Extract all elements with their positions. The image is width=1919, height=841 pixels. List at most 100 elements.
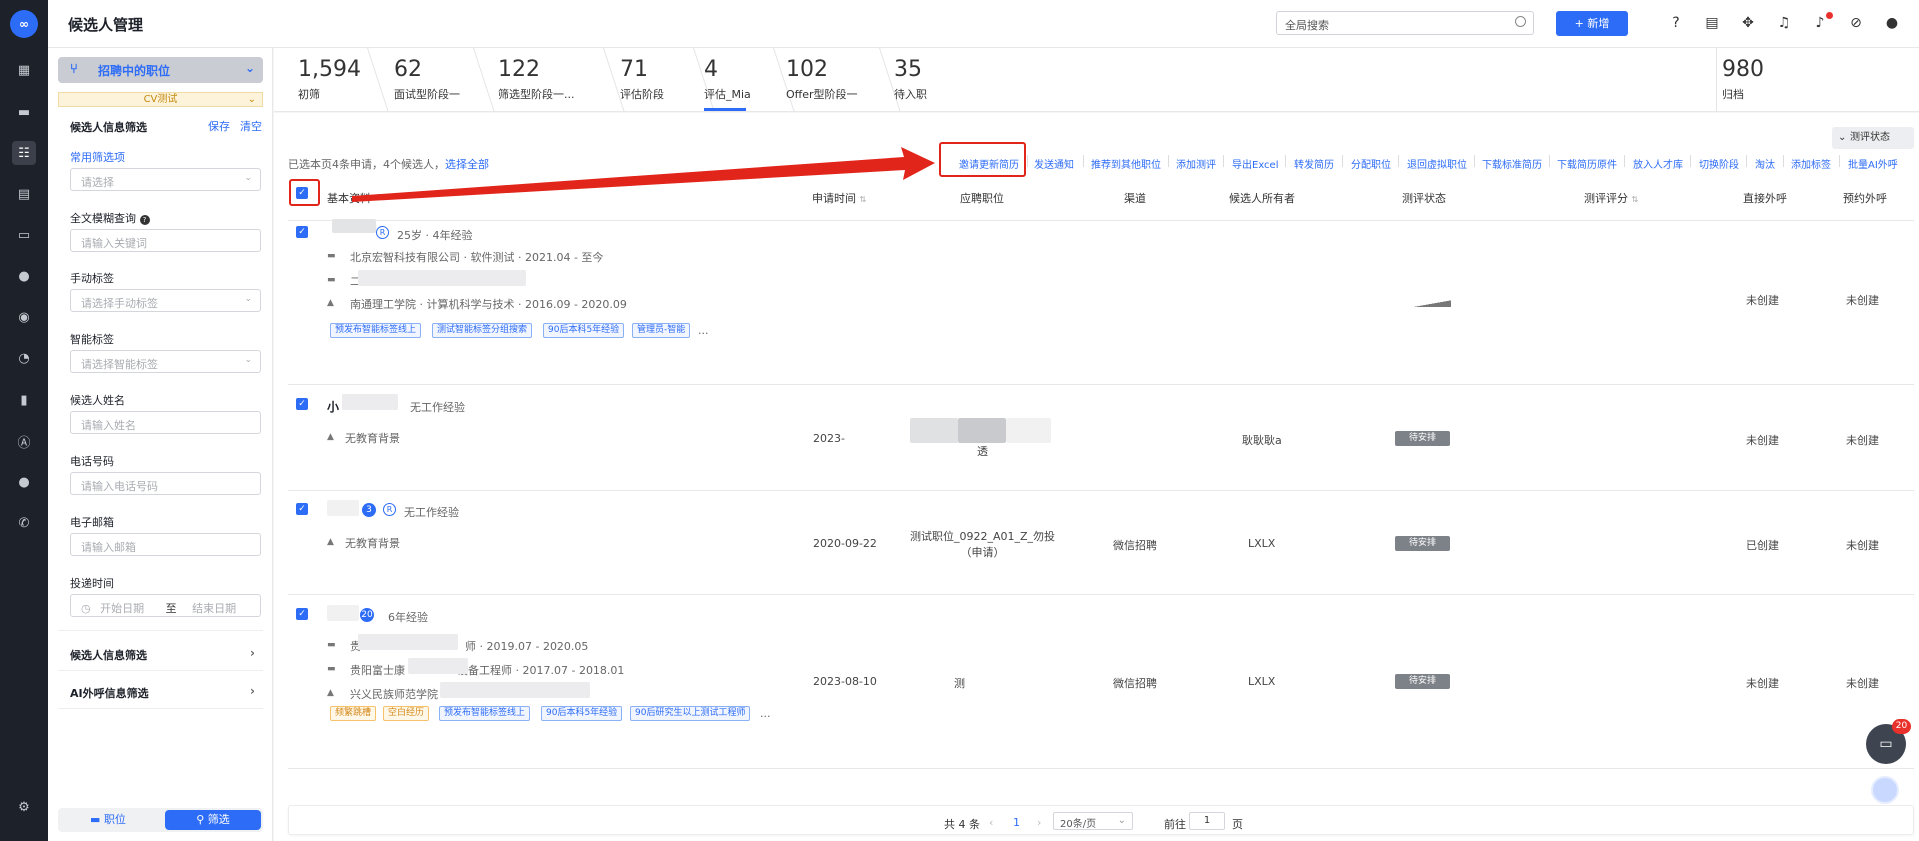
email-input[interactable]: 请输入邮箱: [70, 533, 261, 556]
action-assign-job[interactable]: 分配职位: [1351, 156, 1391, 171]
phone-input[interactable]: 请输入电话号码: [70, 472, 261, 495]
dashboard-icon[interactable]: ▦: [12, 58, 36, 82]
prev-page-button[interactable]: ‹: [989, 816, 993, 829]
goto-page-input[interactable]: 1: [1189, 812, 1225, 830]
help-icon[interactable]: ?: [1667, 14, 1685, 32]
calendar-icon[interactable]: ▤: [12, 182, 36, 206]
action-batch-ai-call[interactable]: 批量AI外呼: [1848, 156, 1898, 171]
collapse-label: AI外呼信息筛选: [70, 687, 149, 700]
headset-icon[interactable]: ♫: [1775, 14, 1793, 32]
col-apply-time-label: 申请时间: [812, 192, 856, 205]
settings-icon[interactable]: ⚙: [12, 795, 36, 819]
next-page-button[interactable]: ›: [1037, 816, 1041, 829]
position[interactable]: 透: [977, 443, 988, 459]
tab-filter[interactable]: ⚲ 筛选: [165, 810, 261, 830]
date-range-picker[interactable]: ◷ 开始日期 至 结束日期: [70, 594, 261, 617]
more-tags[interactable]: ...: [760, 707, 771, 720]
pie-chart-icon[interactable]: ◔: [12, 346, 36, 370]
compass-icon[interactable]: ⊘: [1847, 14, 1865, 32]
tab-jobs[interactable]: ▬ 职位: [60, 810, 156, 830]
row-checkbox[interactable]: ✓: [296, 398, 308, 410]
stage-count: 1,594: [298, 57, 361, 82]
page-number[interactable]: 1: [1013, 816, 1020, 829]
wechat-icon[interactable]: ●: [12, 264, 36, 288]
position[interactable]: 测: [954, 675, 965, 691]
app-logo[interactable]: ∞: [10, 10, 38, 38]
action-send-notice[interactable]: 发送通知: [1034, 156, 1074, 171]
global-search-input[interactable]: 全局搜索: [1276, 11, 1534, 35]
table-row[interactable]: [288, 491, 1914, 595]
a-circle-icon[interactable]: Ⓐ: [12, 429, 36, 453]
collapse-candidate-info[interactable]: 候选人信息筛选 ›: [70, 646, 261, 663]
stage-interview-1[interactable]: 62 面试型阶段一: [394, 56, 460, 102]
action-export-excel[interactable]: 导出Excel: [1232, 156, 1279, 171]
date-start[interactable]: 开始日期: [100, 602, 144, 615]
common-filters-label[interactable]: 常用筛选项: [70, 149, 125, 165]
page-size-label: 20条/页: [1060, 819, 1097, 830]
chevron-down-icon: ⌄: [244, 61, 255, 75]
user-avatar-icon[interactable]: ●: [1883, 14, 1901, 32]
stage-evaluation-mia[interactable]: 4 评估_Mia: [704, 56, 751, 102]
action-forward-resume[interactable]: 转发简历: [1294, 156, 1334, 171]
action-add-assessment[interactable]: 添加测评: [1176, 156, 1216, 171]
manual-tag-label: 手动标签: [70, 272, 114, 285]
candidate-name[interactable]: 小: [327, 398, 339, 415]
more-tags[interactable]: ...: [698, 324, 709, 337]
select-all-link[interactable]: 选择全部: [445, 158, 489, 171]
clear-filter-button[interactable]: 清空: [240, 118, 262, 134]
action-add-talent-pool[interactable]: 放入人才库: [1633, 156, 1683, 171]
fulltext-label-text: 全文模糊查询: [70, 212, 136, 225]
stage-archived[interactable]: 980 归档: [1722, 56, 1764, 102]
action-return-virtual-job[interactable]: 退回虚拟职位: [1407, 156, 1467, 171]
page-size-select[interactable]: 20条/页 ⌄: [1053, 812, 1133, 830]
puzzle-icon[interactable]: ✥: [1739, 14, 1757, 32]
action-switch-stage[interactable]: 切换阶段: [1699, 156, 1739, 171]
briefcase-icon[interactable]: ▬: [12, 100, 36, 124]
action-recommend-other-job[interactable]: 推荐到其他职位: [1091, 156, 1161, 171]
job-filter-tag[interactable]: CV测试 ⌄: [58, 92, 263, 107]
placeholder: 请输入关键词: [81, 237, 147, 250]
name-input[interactable]: 请输入姓名: [70, 411, 261, 434]
collapse-ai-call-info[interactable]: AI外呼信息筛选 ›: [70, 684, 261, 701]
placeholder: 请输入电话号码: [81, 480, 158, 493]
date-end[interactable]: 结束日期: [192, 602, 236, 615]
chat-badge: 20: [1892, 719, 1911, 734]
col-eval-score[interactable]: 测评评分 ⇅: [1584, 190, 1638, 206]
row-checkbox[interactable]: ✓: [296, 226, 308, 238]
row-checkbox[interactable]: ✓: [296, 608, 308, 620]
stage-offer-1[interactable]: 102 Offer型阶段一: [786, 56, 858, 102]
action-download-original-resume[interactable]: 下载简历原件: [1557, 156, 1617, 171]
eval-status-filter[interactable]: ⌄ 测评状态: [1832, 127, 1914, 149]
smart-tag-select[interactable]: 请选择智能标签 ⌄: [70, 350, 261, 373]
help-icon[interactable]: ?: [139, 215, 150, 225]
fulltext-input[interactable]: 请输入关键词: [70, 229, 261, 252]
row-checkbox[interactable]: ✓: [296, 503, 308, 515]
ai-assistant-icon[interactable]: [1871, 776, 1899, 804]
id-card-icon[interactable]: ▭: [12, 223, 36, 247]
col-apply-time[interactable]: 申请时间 ⇅: [812, 190, 866, 206]
position[interactable]: 测试职位_0922_A01_Z_勿投（申请）: [900, 529, 1065, 561]
eval-status-filter-label: 测评状态: [1850, 132, 1890, 143]
users-icon[interactable]: ●: [12, 470, 36, 494]
save-filter-button[interactable]: 保存: [208, 118, 230, 134]
job-selector[interactable]: ⑂ 招聘中的职位 ⌄: [58, 57, 263, 83]
phone-icon[interactable]: ✆: [12, 511, 36, 535]
action-add-tag[interactable]: 添加标签: [1791, 156, 1831, 171]
add-new-button[interactable]: + 新增: [1556, 11, 1628, 36]
manual-tag-select[interactable]: 请选择手动标签 ⌄: [70, 289, 261, 312]
eval-status-badge: 待安排: [1395, 536, 1450, 551]
bar-chart-icon[interactable]: ▮: [12, 388, 36, 412]
target-icon[interactable]: ◉: [12, 305, 36, 329]
stage-pending-onboard[interactable]: 35 待入职: [894, 56, 927, 102]
briefcase-icon: ▬: [327, 640, 336, 650]
stage-evaluation[interactable]: 71 评估阶段: [620, 56, 664, 102]
table-row[interactable]: [288, 385, 1914, 491]
action-download-standard-resume[interactable]: 下载标准简历: [1482, 156, 1542, 171]
candidate-management-icon[interactable]: ☷: [12, 141, 36, 165]
briefcase-icon: ▬: [327, 275, 336, 285]
stage-screening-1[interactable]: 122 筛选型阶段一...: [498, 56, 575, 102]
stage-initial-screen[interactable]: 1,594 初筛: [298, 56, 361, 102]
action-reject[interactable]: 淘汰: [1755, 156, 1775, 171]
common-filters-select[interactable]: 请选择 ⌄: [70, 168, 261, 191]
document-icon[interactable]: ▤: [1703, 14, 1721, 32]
